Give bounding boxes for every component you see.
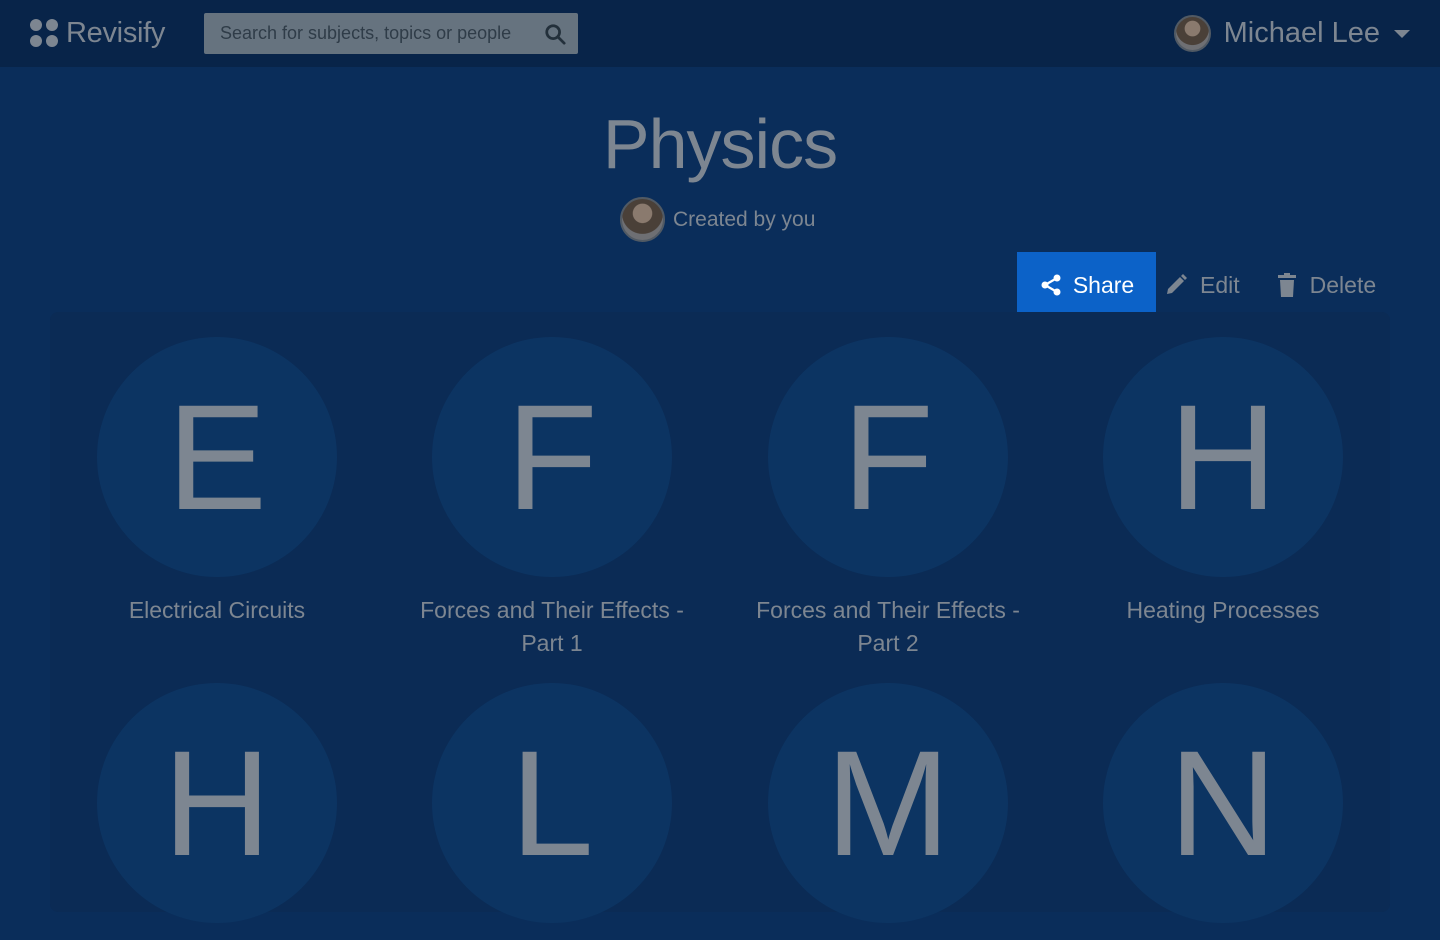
subject-actions: Share Edit Delete xyxy=(1017,252,1376,318)
trash-icon xyxy=(1277,273,1296,297)
topic-card[interactable]: M xyxy=(738,683,1038,940)
delete-label: Delete xyxy=(1309,271,1377,298)
topic-avatar: M xyxy=(768,683,1008,923)
app-name: Revisify xyxy=(66,16,166,49)
topic-name: Heating Processes xyxy=(1126,597,1320,623)
topic-card[interactable]: H xyxy=(67,683,367,940)
topic-letter: F xyxy=(842,373,934,541)
topic-avatar: H xyxy=(97,683,337,923)
page-title: Physics xyxy=(602,105,838,183)
creator-avatar xyxy=(620,197,665,242)
user-avatar xyxy=(1173,15,1211,52)
search-input[interactable] xyxy=(204,13,534,54)
share-button[interactable]: Share xyxy=(1017,252,1156,318)
pencil-icon xyxy=(1167,274,1187,294)
creator-info: Created by you xyxy=(620,197,815,242)
delete-button[interactable]: Delete xyxy=(1276,272,1376,299)
edit-button[interactable]: Edit xyxy=(1164,272,1240,299)
edit-label: Edit xyxy=(1200,271,1240,298)
topic-letter: M xyxy=(825,719,951,887)
topic-avatar: H xyxy=(1103,337,1343,577)
topic-letter: L xyxy=(510,719,594,887)
topic-card[interactable]: L xyxy=(402,683,702,940)
topic-name: Forces and Their Effects - Part 2 xyxy=(756,597,1020,656)
topic-name: Forces and Their Effects - Part 1 xyxy=(420,597,684,656)
created-by-label: Created by you xyxy=(673,207,816,231)
topic-letter: H xyxy=(1168,373,1278,541)
topic-card[interactable]: H Heating Processes xyxy=(1073,337,1373,627)
search-icon[interactable] xyxy=(544,23,566,45)
topic-avatar: E xyxy=(97,337,337,577)
chevron-down-icon xyxy=(1394,29,1410,38)
revisify-logo[interactable]: Revisify xyxy=(30,15,165,51)
topic-avatar: N xyxy=(1103,683,1343,923)
topic-card[interactable]: F Forces and Their Effects - Part 1 xyxy=(402,337,702,660)
topic-avatar: F xyxy=(768,337,1008,577)
topic-letter: H xyxy=(162,719,272,887)
logo-icon xyxy=(30,19,58,47)
topic-card[interactable]: F Forces and Their Effects - Part 2 xyxy=(738,337,1038,660)
topics-panel: E Electrical Circuits F Forces and Their… xyxy=(50,312,1390,923)
topic-name: Electrical Circuits xyxy=(128,597,306,623)
topic-avatar: F xyxy=(432,337,672,577)
top-navigation-bar: Revisify Michael Lee xyxy=(0,0,1440,67)
user-name: Michael Lee xyxy=(1223,17,1380,49)
topic-letter: N xyxy=(1168,719,1278,887)
share-label: Share xyxy=(1072,271,1135,298)
user-menu[interactable]: Michael Lee xyxy=(1173,15,1410,52)
search-bar xyxy=(204,13,578,54)
topic-avatar: L xyxy=(432,683,672,923)
share-icon xyxy=(1041,274,1061,296)
topic-letter: E xyxy=(166,373,268,541)
topic-card[interactable]: E Electrical Circuits xyxy=(67,337,367,627)
topic-letter: F xyxy=(506,373,598,541)
topic-card[interactable]: N xyxy=(1073,683,1373,940)
